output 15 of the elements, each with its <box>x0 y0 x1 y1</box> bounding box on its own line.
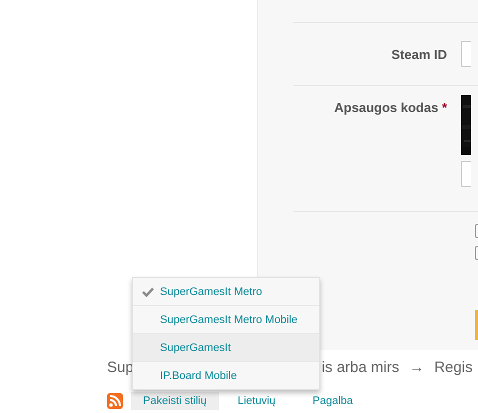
input-field[interactable] <box>461 41 471 67</box>
field-label: Apsaugos kodas <box>334 100 438 115</box>
breadcrumb-link[interactable]: Regis <box>434 359 473 376</box>
change-style-button[interactable]: Pakeisti stilių <box>131 392 219 410</box>
input-field[interactable] <box>461 161 471 187</box>
menu-item[interactable]: SuperGamesIt <box>133 333 319 361</box>
breadcrumb-separator: → <box>409 359 424 376</box>
footer-link[interactable]: Pagalba <box>312 395 353 407</box>
required-mark: * <box>442 100 447 115</box>
rss-icon[interactable] <box>107 393 123 409</box>
footer-link[interactable]: Lietuvių <box>238 395 276 407</box>
menu-item[interactable]: IP.Board Mobile <box>133 361 319 389</box>
breadcrumb-link[interactable]: is arba mirs <box>322 359 400 376</box>
field-label: Steam ID <box>391 46 447 62</box>
menu-item[interactable]: SuperGamesIt Metro <box>133 278 319 305</box>
